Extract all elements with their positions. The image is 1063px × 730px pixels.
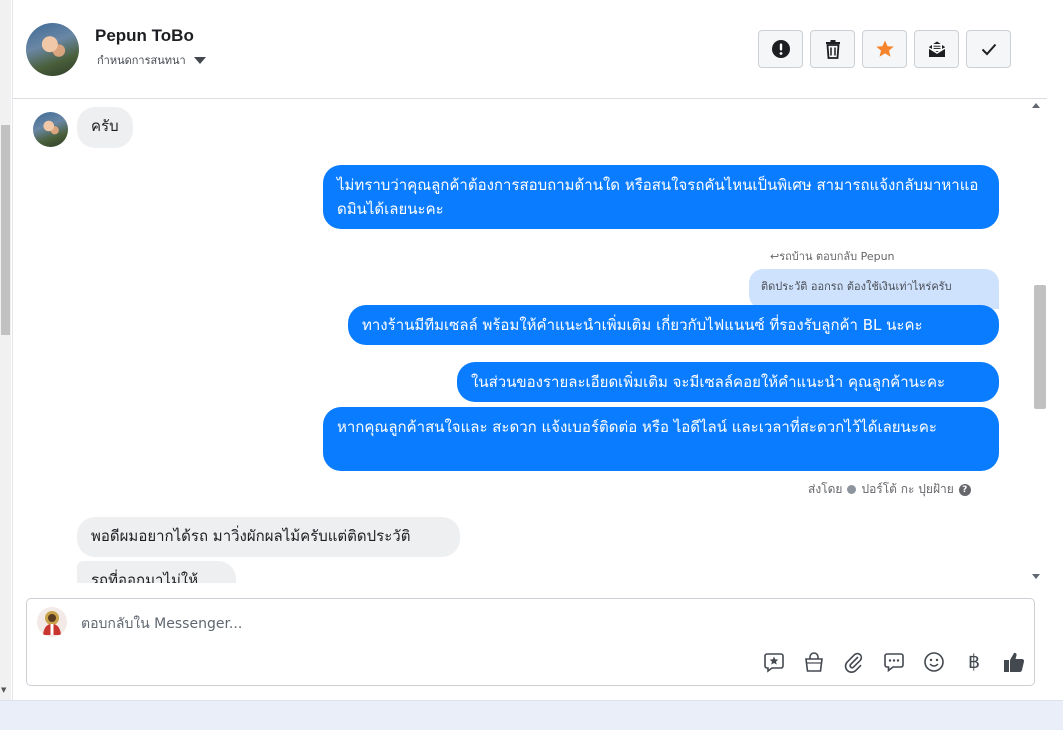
- chat-bubble-icon: [884, 653, 904, 673]
- reply-input[interactable]: [81, 613, 781, 635]
- sent-by-name[interactable]: ปอร์โต้ กะ ปุยฝ้าย: [861, 480, 953, 499]
- outgoing-message[interactable]: หากคุณลูกค้าสนใจและ สะดวก แจ้งเบอร์ติดต่…: [323, 407, 999, 471]
- scroll-up-arrow-icon[interactable]: [1032, 103, 1040, 108]
- sent-by-prefix: ส่งโดย: [808, 482, 843, 496]
- paperclip-icon: [844, 652, 863, 673]
- emoji-button[interactable]: [921, 649, 947, 675]
- saved-reply-button[interactable]: [761, 649, 787, 675]
- contact-avatar-small[interactable]: [33, 112, 68, 147]
- incoming-message[interactable]: พอดีผมอยากได้รถ มาวิ่งผักผลไม้ครับแต่ติด…: [77, 517, 460, 557]
- contact-name[interactable]: Pepun ToBo: [95, 26, 194, 46]
- composer-toolbar: ฿: [761, 649, 1027, 675]
- message-thread[interactable]: ครับ ไม่ทราบว่าคุณลูกค้าต้องการสอบถามด้า…: [13, 99, 1048, 583]
- page-scrollbar-left[interactable]: ▼: [0, 0, 11, 700]
- page-logo-icon: [43, 611, 61, 635]
- caret-down-icon: [193, 56, 206, 64]
- assign-conversation-label: กำหนดการสนทนา: [97, 54, 186, 67]
- scroll-down-arrow-icon[interactable]: [1032, 574, 1040, 579]
- thread-scrollbar-thumb[interactable]: [1034, 285, 1046, 409]
- page-bottom-strip: [0, 700, 1063, 730]
- verified-icon: [847, 485, 857, 494]
- quoted-message[interactable]: ติดประวัติ ออกรถ ต้องใช้เงินเท่าไหร่ครับ: [749, 269, 999, 309]
- trash-icon: [825, 40, 840, 59]
- mark-done-button[interactable]: [966, 30, 1011, 68]
- page-avatar: [37, 607, 67, 637]
- reply-composer: ฿: [26, 598, 1035, 686]
- conversation-toolbar: [758, 30, 1011, 68]
- quick-reply-button[interactable]: [881, 649, 907, 675]
- help-icon[interactable]: ?: [958, 483, 971, 496]
- scroll-down-arrow-icon[interactable]: ▼: [1, 686, 6, 694]
- outgoing-message[interactable]: ในส่วนของรายละเอียดเพิ่มเติม จะมีเซลล์คอ…: [457, 362, 999, 402]
- page-scrollbar-thumb[interactable]: [1, 125, 10, 335]
- reply-reference-text: รถบ้าน ตอบกลับ Pepun: [779, 250, 895, 263]
- like-button[interactable]: [1001, 649, 1027, 675]
- thumbs-up-icon: [1004, 652, 1025, 673]
- conversation-header: Pepun ToBo กำหนดการสนทนา: [13, 0, 1048, 99]
- shopping-bag-icon: [805, 652, 823, 672]
- envelope-open-icon: [928, 41, 945, 57]
- reply-arrow-icon: ↩: [770, 250, 780, 263]
- report-button[interactable]: [758, 30, 803, 68]
- emoji-smile-icon: [924, 652, 944, 672]
- incoming-message[interactable]: ครับ: [77, 107, 133, 148]
- outgoing-message[interactable]: ทางร้านมีทีมเซลล์ พร้อมให้คำแนะนำเพิ่มเต…: [348, 305, 999, 345]
- payment-button[interactable]: ฿: [961, 649, 987, 675]
- baht-icon: ฿: [967, 651, 981, 673]
- reply-reference: ↩รถบ้าน ตอบกลับ Pepun: [770, 247, 895, 265]
- incoming-message[interactable]: รถที่ออกมาไม่ให้: [77, 561, 236, 583]
- star-icon: [875, 40, 894, 57]
- assign-conversation-dropdown[interactable]: กำหนดการสนทนา: [97, 51, 206, 69]
- outgoing-message[interactable]: ไม่ทราบว่าคุณลูกค้าต้องการสอบถามด้านใด ห…: [323, 165, 999, 229]
- shop-button[interactable]: [801, 649, 827, 675]
- page-scrollbar-right[interactable]: [1047, 0, 1063, 700]
- star-button[interactable]: [862, 30, 907, 68]
- thread-scrollbar[interactable]: [1024, 99, 1048, 583]
- mark-unread-button[interactable]: [914, 30, 959, 68]
- contact-avatar[interactable]: [26, 23, 79, 76]
- checkmark-icon: [981, 43, 996, 56]
- sent-by-label: ส่งโดย ปอร์โต้ กะ ปุยฝ้าย ?: [808, 480, 971, 499]
- attach-button[interactable]: [841, 649, 867, 675]
- saved-reply-icon: [764, 653, 784, 673]
- delete-button[interactable]: [810, 30, 855, 68]
- conversation-panel: Pepun ToBo กำหนดการสนทนา ครับ ไม่ทราบว่า…: [12, 0, 1048, 700]
- exclamation-circle-icon: [771, 40, 790, 58]
